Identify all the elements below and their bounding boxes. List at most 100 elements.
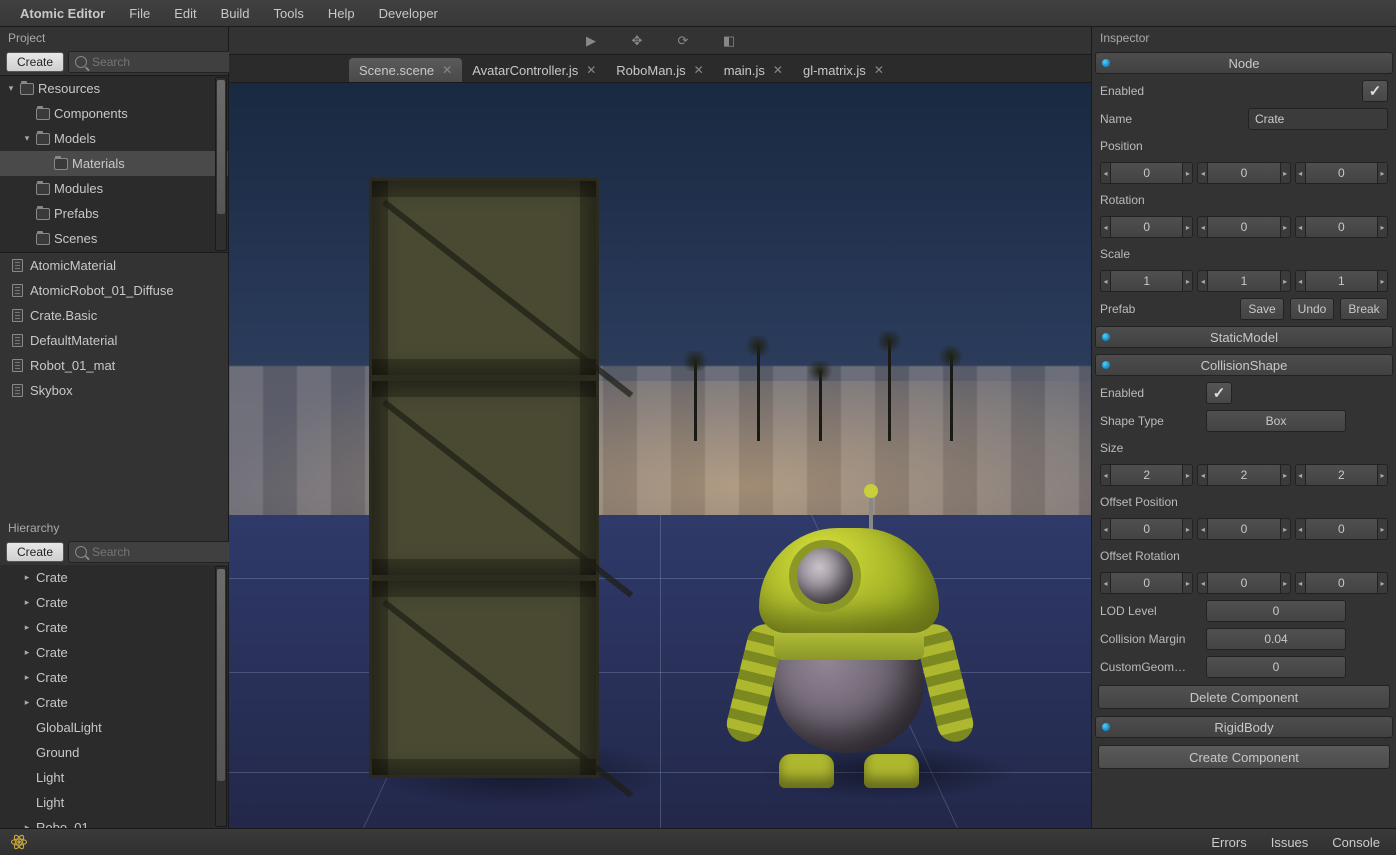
spin-decrement-icon[interactable]: ◂ xyxy=(1197,518,1208,540)
tab-main[interactable]: main.js✕ xyxy=(714,58,793,82)
status-issues[interactable]: Issues xyxy=(1271,835,1309,850)
number-spinner[interactable]: ◂1▸ xyxy=(1295,270,1388,292)
menu-help[interactable]: Help xyxy=(316,0,367,26)
spin-decrement-icon[interactable]: ◂ xyxy=(1197,162,1208,184)
tree-row-scripts[interactable]: Scripts xyxy=(0,251,228,253)
spin-value[interactable]: 0 xyxy=(1208,518,1279,540)
collision-enabled-checkbox[interactable] xyxy=(1206,382,1232,404)
tree-row-prefabs[interactable]: Prefabs xyxy=(0,201,228,226)
spin-increment-icon[interactable]: ▸ xyxy=(1280,464,1291,486)
hierarchy-row[interactable]: ▸Crate xyxy=(0,690,228,715)
hierarchy-create-button[interactable]: Create xyxy=(6,542,64,562)
number-spinner[interactable]: ◂2▸ xyxy=(1197,464,1290,486)
spin-value[interactable]: 0 xyxy=(1306,216,1377,238)
hierarchy-row[interactable]: Light xyxy=(0,765,228,790)
file-row[interactable]: Robot_01_mat xyxy=(0,353,228,378)
number-spinner[interactable]: ◂0▸ xyxy=(1100,162,1193,184)
scene-viewport[interactable] xyxy=(229,83,1091,828)
tab-glmatrix[interactable]: gl-matrix.js✕ xyxy=(793,58,894,82)
close-icon[interactable]: ✕ xyxy=(586,63,596,77)
spin-value[interactable]: 0 xyxy=(1306,572,1377,594)
spin-decrement-icon[interactable]: ◂ xyxy=(1100,216,1111,238)
spin-increment-icon[interactable]: ▸ xyxy=(1280,572,1291,594)
number-spinner[interactable]: ◂2▸ xyxy=(1100,464,1193,486)
project-search[interactable] xyxy=(68,51,254,73)
translate-icon[interactable]: ✥ xyxy=(629,33,645,49)
menu-developer[interactable]: Developer xyxy=(367,0,450,26)
spin-value[interactable]: 0 xyxy=(1111,518,1182,540)
section-collisionshape[interactable]: CollisionShape xyxy=(1095,354,1393,376)
play-icon[interactable]: ▶ xyxy=(583,33,599,49)
number-spinner[interactable]: ◂0▸ xyxy=(1295,572,1388,594)
tab-avatarcontroller[interactable]: AvatarController.js✕ xyxy=(462,58,606,82)
spin-decrement-icon[interactable]: ◂ xyxy=(1295,216,1306,238)
number-spinner[interactable]: ◂0▸ xyxy=(1100,216,1193,238)
hierarchy-tree[interactable]: ▸Crate▸Crate▸Crate▸Crate▸Crate▸CrateGlob… xyxy=(0,565,228,829)
spin-decrement-icon[interactable]: ◂ xyxy=(1100,162,1111,184)
project-create-button[interactable]: Create xyxy=(6,52,64,72)
project-search-input[interactable] xyxy=(92,55,247,69)
hierarchy-row[interactable]: ▸Crate xyxy=(0,615,228,640)
status-errors[interactable]: Errors xyxy=(1211,835,1246,850)
delete-component-button[interactable]: Delete Component xyxy=(1098,685,1390,709)
lod-input[interactable]: 0 xyxy=(1206,600,1346,622)
spin-value[interactable]: 0 xyxy=(1208,162,1279,184)
spin-increment-icon[interactable]: ▸ xyxy=(1182,162,1193,184)
spin-decrement-icon[interactable]: ◂ xyxy=(1100,572,1111,594)
tree-row-materials[interactable]: Materials xyxy=(0,151,228,176)
hierarchy-row[interactable]: ▸Crate xyxy=(0,665,228,690)
hierarchy-search-input[interactable] xyxy=(92,545,247,559)
hierarchy-search[interactable] xyxy=(68,541,254,563)
section-rigidbody[interactable]: RigidBody xyxy=(1095,716,1393,738)
spin-value[interactable]: 0 xyxy=(1111,572,1182,594)
customgeom-input[interactable]: 0 xyxy=(1206,656,1346,678)
spin-decrement-icon[interactable]: ◂ xyxy=(1295,464,1306,486)
menu-tools[interactable]: Tools xyxy=(262,0,316,26)
file-row[interactable]: AtomicRobot_01_Diffuse xyxy=(0,278,228,303)
spin-value[interactable]: 1 xyxy=(1111,270,1182,292)
close-icon[interactable]: ✕ xyxy=(773,63,783,77)
tree-row-resources[interactable]: ▾Resources xyxy=(0,76,228,101)
spin-decrement-icon[interactable]: ◂ xyxy=(1197,216,1208,238)
hierarchy-row[interactable]: Light xyxy=(0,790,228,815)
number-spinner[interactable]: ◂1▸ xyxy=(1100,270,1193,292)
hierarchy-row[interactable]: ▸Crate xyxy=(0,640,228,665)
margin-input[interactable]: 0.04 xyxy=(1206,628,1346,650)
shapetype-select[interactable]: Box xyxy=(1206,410,1346,432)
menu-file[interactable]: File xyxy=(117,0,162,26)
spin-increment-icon[interactable]: ▸ xyxy=(1182,518,1193,540)
hierarchy-row[interactable]: Ground xyxy=(0,740,228,765)
spin-value[interactable]: 0 xyxy=(1111,162,1182,184)
section-staticmodel[interactable]: StaticModel xyxy=(1095,326,1393,348)
spin-value[interactable]: 2 xyxy=(1306,464,1377,486)
spin-decrement-icon[interactable]: ◂ xyxy=(1295,162,1306,184)
number-spinner[interactable]: ◂0▸ xyxy=(1295,518,1388,540)
project-tree[interactable]: ▾Resources Components ▾Models Materials … xyxy=(0,75,228,253)
close-icon[interactable]: ✕ xyxy=(442,63,452,77)
tree-row-scenes[interactable]: Scenes xyxy=(0,226,228,251)
spin-decrement-icon[interactable]: ◂ xyxy=(1100,518,1111,540)
file-row[interactable]: AtomicMaterial xyxy=(0,253,228,278)
file-row[interactable]: DefaultMaterial xyxy=(0,328,228,353)
hierarchy-row[interactable]: GlobalLight xyxy=(0,715,228,740)
section-node[interactable]: Node xyxy=(1095,52,1393,74)
file-row[interactable]: Skybox xyxy=(0,378,228,403)
spin-decrement-icon[interactable]: ◂ xyxy=(1197,572,1208,594)
close-icon[interactable]: ✕ xyxy=(874,63,884,77)
number-spinner[interactable]: ◂1▸ xyxy=(1197,270,1290,292)
number-spinner[interactable]: ◂0▸ xyxy=(1295,216,1388,238)
spin-increment-icon[interactable]: ▸ xyxy=(1280,270,1291,292)
number-spinner[interactable]: ◂0▸ xyxy=(1100,572,1193,594)
spin-increment-icon[interactable]: ▸ xyxy=(1182,464,1193,486)
tree-row-modules[interactable]: Modules xyxy=(0,176,228,201)
enabled-checkbox[interactable] xyxy=(1362,80,1388,102)
status-console[interactable]: Console xyxy=(1332,835,1380,850)
spin-value[interactable]: 2 xyxy=(1111,464,1182,486)
spin-increment-icon[interactable]: ▸ xyxy=(1182,216,1193,238)
spin-increment-icon[interactable]: ▸ xyxy=(1280,216,1291,238)
prefab-undo-button[interactable]: Undo xyxy=(1290,298,1334,320)
menu-build[interactable]: Build xyxy=(209,0,262,26)
tree-row-components[interactable]: Components xyxy=(0,101,228,126)
spin-value[interactable]: 0 xyxy=(1208,572,1279,594)
project-tree-scrollbar[interactable] xyxy=(215,77,227,251)
